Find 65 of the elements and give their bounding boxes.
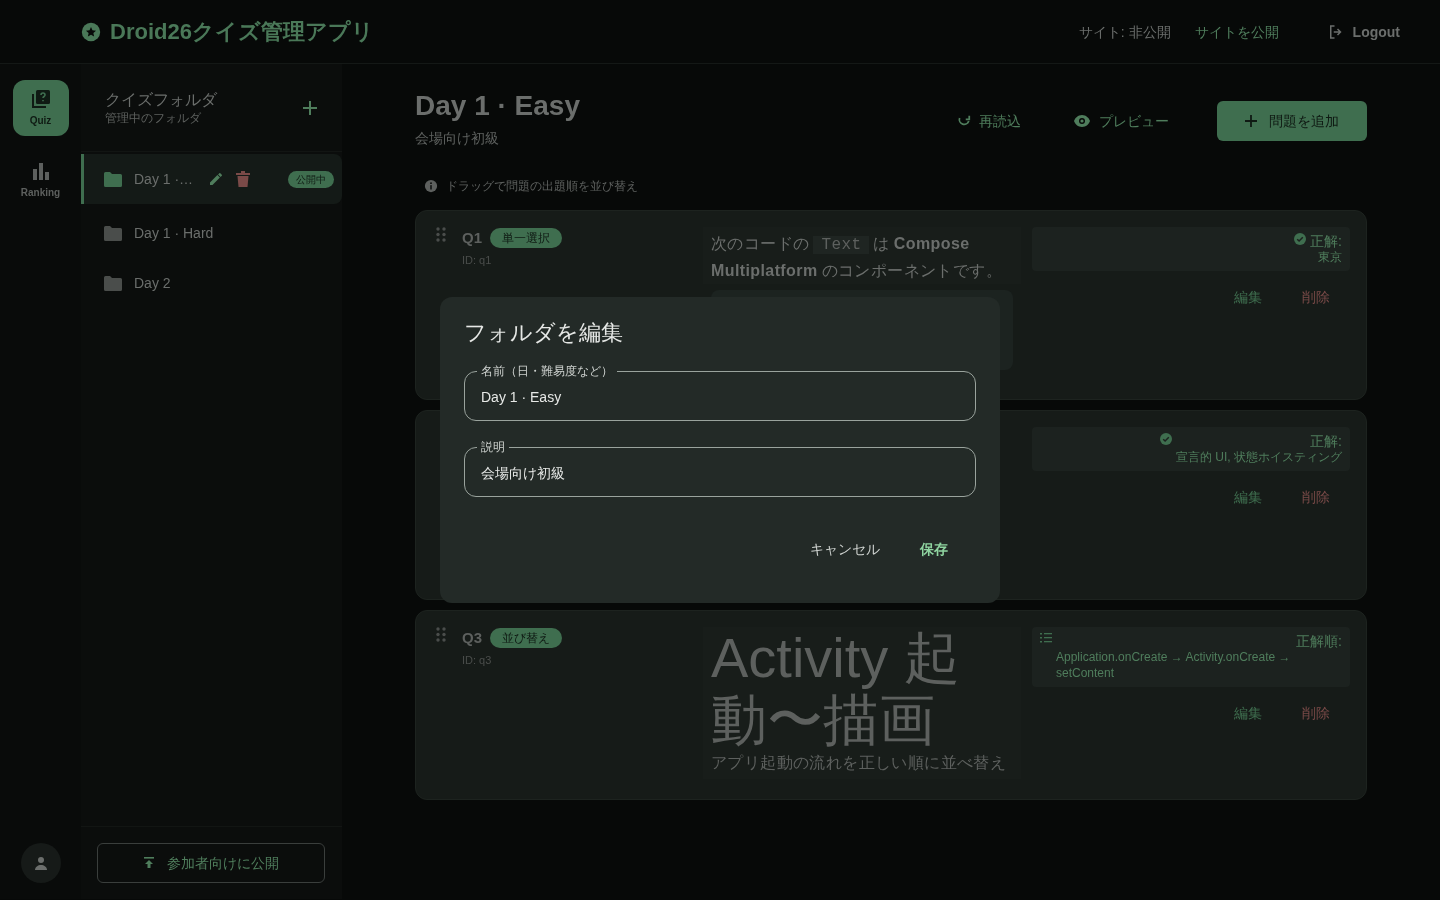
folder-title: Day 1 · Easy	[415, 89, 581, 123]
reload-button[interactable]: 再読込	[945, 101, 1033, 141]
folder-icon	[104, 171, 122, 187]
list-icon	[1040, 633, 1052, 643]
delete-button[interactable]: 削除	[1290, 703, 1342, 723]
drag-handle-icon[interactable]	[436, 227, 446, 242]
question-cards-icon	[30, 88, 51, 109]
answer-label: 正解:	[1310, 433, 1342, 449]
answer-label: 正解順:	[1296, 633, 1342, 649]
pencil-icon[interactable]	[208, 171, 224, 187]
answer-value: Application.onCreate → Activity.onCreate → setContent	[1055, 649, 1292, 681]
check-circle-icon	[1294, 233, 1307, 245]
star-badge-icon	[80, 20, 102, 43]
reload-icon	[957, 114, 971, 128]
bar-chart-icon	[30, 160, 51, 181]
text-field[interactable]: 説明 会場向け初級	[464, 439, 976, 497]
delete-button[interactable]: 削除	[1290, 487, 1342, 507]
logout-button[interactable]: Logout	[1326, 21, 1400, 42]
dialog-title: フォルダを編集	[464, 319, 624, 347]
rail-tab[interactable]: Quiz	[12, 80, 69, 136]
rail-tab[interactable]: Ranking	[12, 152, 69, 208]
check-circle-icon	[1160, 433, 1172, 445]
answer-label: 正解:	[1310, 233, 1342, 249]
edit-button[interactable]: 編集	[1222, 287, 1274, 307]
answer-value: 東京	[1318, 249, 1342, 265]
trash-icon[interactable]	[236, 171, 250, 187]
answer-value: 宣言的 UI, 状態ホイスティング	[1176, 449, 1342, 465]
drag-handle-icon[interactable]	[436, 627, 446, 642]
upload-icon	[143, 857, 155, 869]
delete-button[interactable]: 削除	[1290, 287, 1342, 307]
publish-site-link[interactable]: サイトを公開	[1194, 21, 1279, 42]
question-type-badge: 並び替え	[490, 628, 562, 649]
save-button[interactable]: 保存	[908, 531, 960, 567]
site-status: サイト: 非公開	[1078, 22, 1171, 42]
panel-subtitle: 管理中のフォルダ	[105, 109, 202, 126]
text-input[interactable]: 会場向け初級	[477, 463, 963, 483]
folder-item[interactable]: Day 1 · Hard	[81, 208, 342, 258]
panel-title: クイズフォルダ	[105, 89, 218, 110]
question-type-badge: 単一選択	[490, 228, 562, 249]
add-button[interactable]: 問題を追加	[1217, 101, 1367, 141]
info-icon	[424, 179, 438, 193]
publish-button[interactable]: 参加者向けに公開	[97, 843, 325, 883]
edit-button[interactable]: 編集	[1222, 487, 1274, 507]
question-title: Activity 起動〜描画	[711, 627, 961, 751]
question-number: Q3	[462, 628, 482, 648]
edit-button[interactable]: 編集	[1222, 703, 1274, 723]
question-subtitle: アプリ起動の流れを正しい順に並べ替え	[711, 753, 1008, 773]
add-icon[interactable]	[302, 99, 318, 116]
cancel-button[interactable]: キャンセル	[798, 531, 892, 567]
folder-icon	[104, 275, 122, 291]
plus-icon	[1245, 115, 1257, 127]
folder-icon	[104, 225, 122, 241]
eye-icon	[1073, 114, 1091, 128]
folder-description: 会場向け初級	[415, 129, 500, 148]
folder-item[interactable]: Day 1 ·… 公開中	[81, 154, 342, 204]
avatar[interactable]	[20, 843, 61, 883]
person-icon	[32, 855, 49, 871]
preview-button[interactable]: プレビュー	[1061, 101, 1181, 141]
folder-item[interactable]: Day 2	[81, 258, 342, 308]
hint-text: ドラッグで問題の出題順を並び替え	[446, 178, 638, 194]
app-title: Droid26クイズ管理アプリ	[110, 18, 374, 46]
text-input[interactable]: Day 1 · Easy	[477, 387, 963, 407]
status-badge: 公開中	[288, 170, 334, 188]
text-field[interactable]: 名前（日・難易度など） Day 1 · Easy	[464, 363, 976, 421]
question-number: Q1	[462, 228, 482, 248]
